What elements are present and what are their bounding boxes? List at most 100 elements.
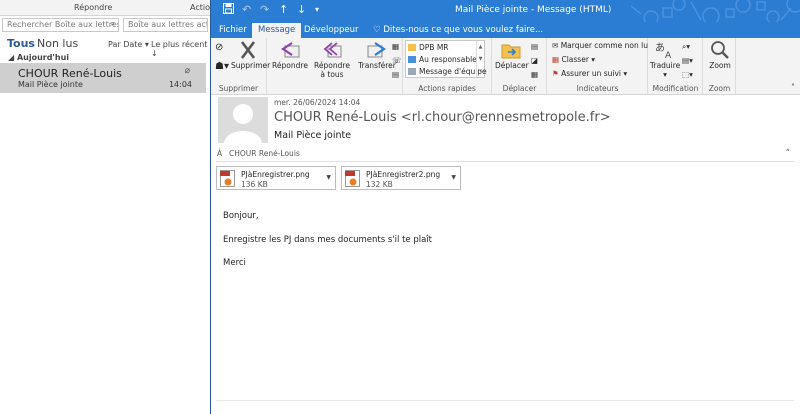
title-bar-decoration — [631, 0, 800, 22]
body-line-1: Bonjour, — [223, 211, 259, 221]
attachment-2-name: PJàEnregistrer2.png — [366, 170, 441, 179]
sort-order-dropdown[interactable]: Le plus récent ↓ — [151, 40, 210, 58]
body-line-3: Merci — [223, 258, 246, 268]
svg-text:あ: あ — [655, 42, 665, 54]
find-icon[interactable]: ⌕▾ — [682, 42, 690, 52]
translate-button[interactable]: あA Traduire ▾ — [650, 40, 680, 79]
search-scope-label: Boîte aux lettres actuelle — [128, 20, 207, 29]
junk-icon[interactable]: ☗▾ — [215, 61, 229, 72]
group-quick-label: Actions rapides — [418, 84, 476, 93]
png-file-icon — [345, 170, 360, 187]
mark-unread-button[interactable]: ✉ Marquer comme non lu — [552, 41, 648, 50]
flag-icon: ⚑ — [552, 69, 559, 78]
quick-step-1[interactable]: DPB MR — [408, 43, 449, 52]
title-bar: ↶ ↷ ↑ ↓ ▾ Mail Pièce jointe - Message (H… — [211, 0, 800, 22]
tab-message[interactable]: Message — [252, 23, 302, 38]
message-subject: Mail Pièce jointe — [274, 130, 352, 141]
person-icon — [224, 104, 262, 143]
mail-item-time: 14:04 — [168, 80, 192, 89]
window-title: Mail Pièce jointe - Message (HTML) — [455, 5, 612, 15]
message-sender[interactable]: CHOUR René-Louis <rl.chour@rennesmetropo… — [274, 110, 611, 125]
zoom-button[interactable]: Zoom — [706, 40, 734, 70]
group-tags-label: Indicateurs — [576, 84, 619, 93]
to-label: À — [217, 149, 223, 158]
attachment-2-size: 132 KB — [366, 180, 393, 189]
message-date: mer. 26/06/2024 14:04 — [274, 98, 361, 107]
tell-me-label: Dites-nous ce que vous voulez faire... — [383, 25, 544, 35]
quick-step-3[interactable]: Message d'équipe — [408, 67, 487, 76]
categorize-button[interactable]: ▦ Classer ▾ — [552, 55, 595, 64]
collapse-ribbon-icon[interactable]: ˄ — [791, 83, 795, 92]
group-quick-steps: DPB MR Au responsable Message d'équipe ▲… — [403, 38, 492, 95]
related-icon[interactable]: ▤▾ — [682, 56, 693, 65]
mail-list-item[interactable]: CHOUR René-Louis ⌀ Mail Pièce jointe 14:… — [0, 63, 206, 93]
group-delete-label: Supprimer — [218, 84, 259, 93]
next-item-icon[interactable]: ↓ — [297, 3, 306, 16]
follow-up-button[interactable]: ⚑ Assurer un suivi ▾ — [552, 69, 627, 78]
main-ribbon-strip: Répondre Actio — [0, 0, 210, 16]
delete-button[interactable]: Supprimer — [231, 40, 270, 70]
reply-icon — [281, 42, 300, 58]
lightbulb-icon: ♡ — [373, 25, 381, 35]
attachment-2[interactable]: PJàEnregistrer2.png 132 KB ▼ — [341, 166, 461, 190]
search-icon[interactable]: ⌕ — [111, 19, 115, 29]
sort-by-dropdown[interactable]: Par Date ▾ — [108, 40, 149, 49]
respond-group-label: Répondre — [74, 3, 113, 12]
group-tags: ✉ Marquer comme non lu ▦ Classer ▾ ⚑ Ass… — [548, 38, 648, 95]
group-zoom-label: Zoom — [708, 84, 731, 93]
rules-icon[interactable]: ▤ — [531, 42, 538, 51]
ribbon-tab-bar: Fichier Message Développeur ♡ Dites-nous… — [211, 22, 800, 38]
group-header-today[interactable]: ◢ Aujourd'hui — [8, 53, 69, 62]
attachment-1-size: 136 KB — [241, 180, 268, 189]
actions-icon[interactable]: ▦ — [531, 70, 538, 79]
tab-developer[interactable]: Développeur — [304, 25, 359, 35]
header-separator — [216, 161, 794, 162]
save-icon[interactable] — [223, 3, 234, 17]
tab-file[interactable]: Fichier — [219, 25, 247, 35]
translate-icon: あA — [655, 42, 672, 60]
to-recipient[interactable]: CHOUR René-Louis — [229, 149, 300, 158]
undo-icon[interactable]: ↶ — [242, 3, 251, 16]
mail-filter-row: Tous Non lus Par Date ▾ Le plus récent ↓ — [0, 36, 210, 58]
onenote-icon[interactable]: ◪ — [531, 56, 538, 65]
reply-all-button[interactable]: Répondre à tous — [312, 40, 352, 79]
actions-group-label: Actio — [190, 3, 210, 12]
tell-me-search[interactable]: ♡ Dites-nous ce que vous voulez faire... — [373, 25, 543, 35]
meeting-reply-icon[interactable]: ▦ — [392, 42, 399, 51]
group-delete: ⊘ ☗▾ Supprimer Supprimer — [211, 38, 270, 95]
message-window: ↶ ↷ ↑ ↓ ▾ Mail Pièce jointe - Message (H… — [210, 0, 800, 414]
quick-step-2[interactable]: Au responsable — [408, 55, 477, 64]
group-move-label: Déplacer — [502, 84, 537, 93]
chevron-down-icon[interactable]: ▼ — [451, 174, 456, 181]
paperclip-icon: ⌀ — [184, 66, 190, 76]
attachment-1[interactable]: PJàEnregistrer.png 136 KB ▼ — [216, 166, 336, 190]
body-line-2: Enregistre les PJ dans mes documents s'i… — [223, 235, 433, 245]
reply-all-icon — [323, 42, 342, 58]
svg-text:A: A — [665, 51, 672, 60]
redo-icon[interactable]: ↷ — [260, 3, 269, 16]
filter-unread-tab[interactable]: Non lus — [37, 37, 78, 50]
filter-all-tab[interactable]: Tous — [7, 37, 35, 50]
quick-steps-scroll[interactable]: ▲ ▼ ▾ — [476, 41, 484, 77]
search-scope-dropdown[interactable]: Boîte aux lettres actuelle — [123, 18, 208, 32]
mail-item-sender: CHOUR René-Louis — [18, 67, 122, 80]
group-edit-label: Modification — [652, 84, 699, 93]
im-reply-icon[interactable]: ☏ — [392, 56, 401, 65]
group-zoom: Zoom Zoom — [704, 38, 736, 95]
collapse-header-icon[interactable]: ˄ — [786, 149, 791, 159]
ribbon: ⊘ ☗▾ Supprimer Supprimer Répondre Répond… — [211, 38, 800, 95]
ignore-icon[interactable]: ⊘ — [215, 42, 223, 53]
attachment-1-name: PJàEnregistrer.png — [241, 170, 310, 179]
reply-button[interactable]: Répondre — [271, 40, 309, 70]
previous-item-icon[interactable]: ↑ — [279, 3, 288, 16]
search-mailbox-input[interactable]: Rechercher Boîte aux lettres ... ⌕ — [2, 18, 119, 32]
png-file-icon — [220, 170, 235, 187]
chevron-down-icon[interactable]: ▼ — [326, 174, 331, 181]
body-bottom-border — [216, 400, 794, 401]
customize-toolbar-icon[interactable]: ▾ — [315, 5, 319, 14]
folder-move-icon — [501, 44, 521, 59]
move-button[interactable]: Déplacer — [495, 40, 529, 70]
select-icon[interactable]: ⬚▾ — [682, 70, 693, 79]
more-respond-icon[interactable]: ▤ — [392, 70, 399, 79]
delete-x-icon — [240, 41, 256, 59]
